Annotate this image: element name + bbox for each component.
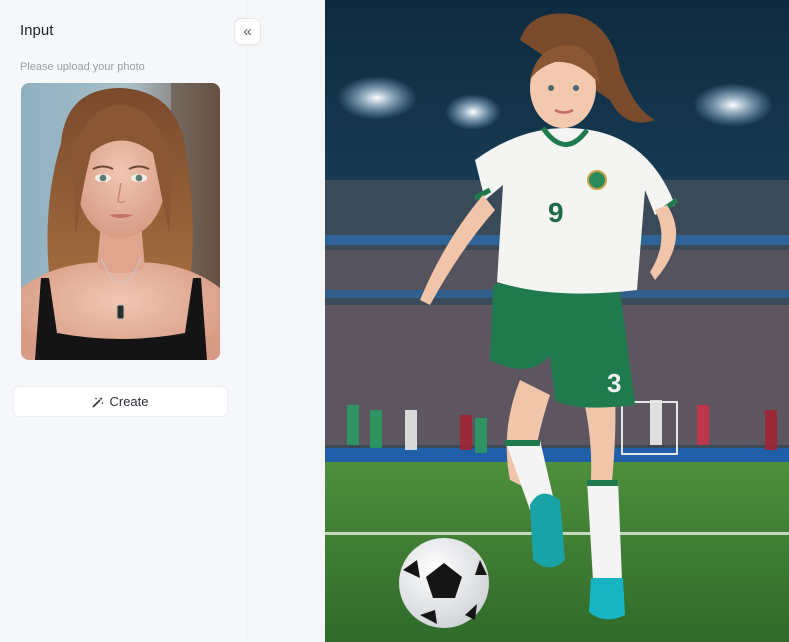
portrait-image [21, 83, 220, 360]
chevrons-left-icon: « [243, 23, 252, 40]
spacer-panel [248, 0, 325, 642]
upload-hint: Please upload your photo [20, 61, 145, 73]
collapse-sidebar-button[interactable]: « [234, 18, 261, 45]
create-button-label: Create [109, 394, 149, 409]
shorts-number: 3 [607, 368, 621, 398]
jersey-number-front: 9 [548, 197, 564, 228]
sidebar-title: Input [20, 22, 54, 39]
uploaded-photo[interactable] [21, 83, 220, 360]
generated-result-image[interactable]: 9 3 [325, 0, 789, 642]
soccer-player-image: 9 3 [325, 0, 789, 642]
magic-wand-icon [92, 396, 104, 408]
input-sidebar: Input Please upload your photo Create [0, 0, 247, 642]
create-button[interactable]: Create [13, 386, 228, 417]
